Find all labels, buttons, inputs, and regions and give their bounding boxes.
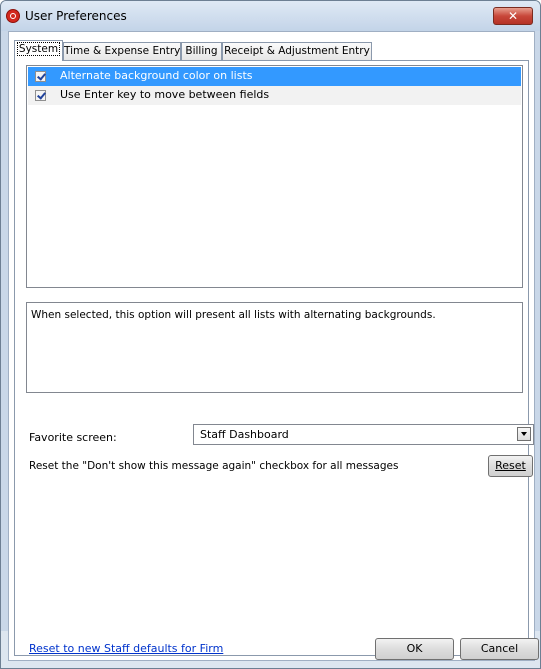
ok-button[interactable]: OK: [375, 638, 454, 660]
option-description: When selected, this option will present …: [31, 309, 436, 321]
reset-button[interactable]: Reset: [488, 455, 533, 477]
chevron-down-icon[interactable]: [517, 427, 531, 441]
close-button[interactable]: ✕: [493, 7, 533, 25]
checkbox[interactable]: [35, 90, 46, 101]
option-label: Use Enter key to move between fields: [60, 88, 270, 101]
tab-receipt-adjustment-entry[interactable]: Receipt & Adjustment Entry: [222, 42, 372, 60]
tab-label: System: [16, 42, 61, 56]
title-bar[interactable]: User Preferences ✕: [1, 1, 540, 31]
favorite-screen-select[interactable]: Staff Dashboard: [193, 424, 534, 445]
cancel-button-label: Cancel: [480, 642, 519, 655]
tab-label: Billing: [185, 45, 218, 57]
favorite-screen-label: Favorite screen:: [29, 431, 117, 444]
tab-system[interactable]: System: [14, 40, 63, 61]
checkbox[interactable]: [35, 71, 46, 82]
reset-button-label: Reset: [495, 459, 526, 472]
tab-label: Receipt & Adjustment Entry: [224, 45, 370, 57]
ok-button-label: OK: [406, 642, 423, 655]
window-title: User Preferences: [25, 9, 127, 23]
options-list[interactable]: Alternate background color on lists Use …: [26, 65, 523, 288]
list-item[interactable]: Use Enter key to move between fields: [28, 86, 521, 105]
option-description-box: When selected, this option will present …: [26, 302, 523, 393]
user-preferences-window: User Preferences ✕ System Time & Expense…: [0, 0, 541, 669]
favorite-screen-value: Staff Dashboard: [200, 428, 289, 441]
app-logo-icon: [6, 9, 20, 23]
reset-messages-label: Reset the "Don't show this message again…: [29, 460, 399, 472]
cancel-button[interactable]: Cancel: [460, 638, 539, 660]
option-label: Alternate background color on lists: [60, 69, 253, 82]
tab-label: Time & Expense Entry: [64, 45, 181, 57]
reset-staff-defaults-link[interactable]: Reset to new Staff defaults for Firm: [29, 642, 223, 655]
list-item[interactable]: Alternate background color on lists: [28, 67, 521, 86]
tab-time-expense-entry[interactable]: Time & Expense Entry: [63, 42, 181, 60]
tab-billing[interactable]: Billing: [181, 42, 222, 60]
